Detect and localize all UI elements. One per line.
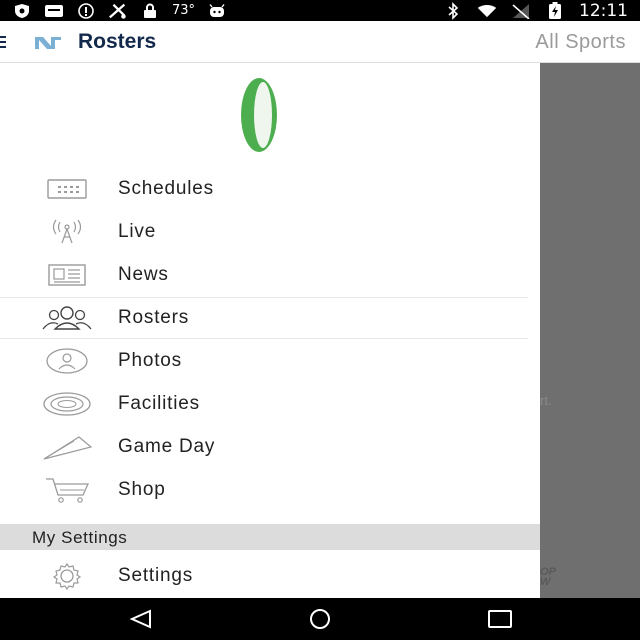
message-icon [44,3,64,19]
navigation-drawer: Schedules Live News Rosters Photos Facil… [0,63,540,598]
wifi-icon [477,3,497,19]
nav-item-schedules[interactable]: Schedules [0,168,540,210]
page-title: Rosters [78,30,157,53]
menu-icon[interactable] [0,35,6,49]
section-header-my-settings: My Settings [0,524,540,550]
recents-icon[interactable] [485,608,515,630]
nav-item-label: Schedules [118,178,214,199]
clock-text: 12:11 [579,0,628,21]
nav-item-label: Game Day [118,436,216,457]
alert-icon [76,2,96,19]
no-signal-icon [511,3,531,19]
gear-icon [40,561,94,591]
nav-item-rosters[interactable]: Rosters [0,297,528,339]
temperature-text: 73° [172,3,196,18]
nav-item-label: News [118,264,169,285]
antenna-icon [40,217,94,247]
nav-item-label: Rosters [118,307,190,328]
background-badge-text: OP W [540,566,556,588]
sports-icon [108,3,128,19]
content-overlay[interactable]: rt. OP W [540,63,640,598]
app-bar: Rosters All Sports [0,21,640,63]
nc-logo-icon[interactable] [34,34,62,50]
nav-item-label: Shop [118,479,166,500]
nav-item-shop[interactable]: Shop [0,469,540,511]
shield-icon [12,3,32,19]
back-icon[interactable] [126,608,156,630]
status-bar-left: 73° [12,0,227,21]
nav-item-label: Settings [118,565,194,586]
android-icon [207,3,227,19]
nav-item-live[interactable]: Live [0,211,540,253]
system-nav-bar [0,598,640,640]
cart-icon [40,475,94,505]
nav-item-photos[interactable]: Photos [0,340,540,382]
bluetooth-icon [443,1,463,20]
calendar-icon [40,174,94,204]
pennant-icon [40,432,94,462]
newspaper-icon [40,260,94,290]
background-text: rt. [540,393,552,408]
nav-item-facilities[interactable]: Facilities [0,383,540,425]
lock-icon [140,3,160,19]
nav-item-label: Photos [118,350,182,371]
photo-person-icon [40,346,94,376]
section-header-label: My Settings [32,528,128,547]
status-bar-right: 12:11 [443,0,628,21]
people-icon [40,303,94,333]
all-sports-button[interactable]: All Sports [535,31,626,54]
nav-item-game-day[interactable]: Game Day [0,426,540,468]
green-ring-logo-icon [240,77,278,153]
stadium-icon [40,389,94,419]
nav-item-news[interactable]: News [0,254,540,296]
nav-item-settings[interactable]: Settings [0,555,540,597]
nav-item-label: Live [118,221,157,242]
status-bar: 73° 12:11 [0,0,640,21]
home-icon[interactable] [305,608,335,630]
nav-item-label: Facilities [118,393,200,414]
battery-icon [545,1,565,19]
